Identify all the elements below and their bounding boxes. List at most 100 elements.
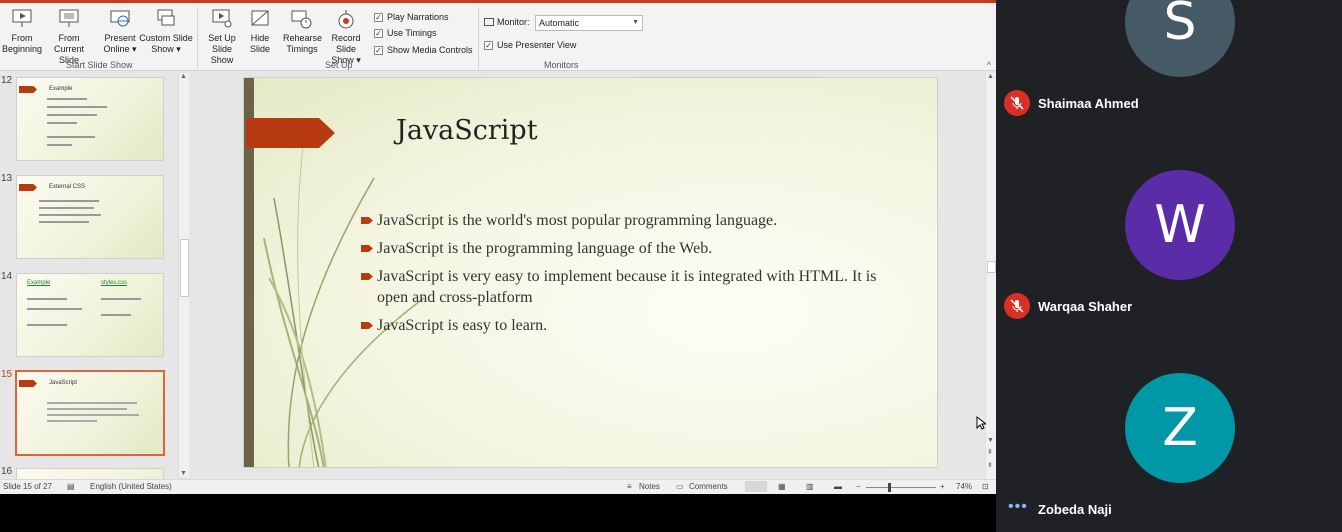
- slide-thumbnails-pane: 12 Example 13 External CSS 14 Example st…: [0, 71, 192, 479]
- bullet-item: JavaScript is easy to learn.: [361, 315, 881, 336]
- thumbnail-title: JavaScript: [49, 380, 78, 386]
- more-options-icon[interactable]: •••: [1008, 498, 1028, 516]
- thumbnail-text-line: [47, 414, 139, 416]
- from-current-slide-button[interactable]: From Current Slide: [44, 7, 94, 66]
- scroll-thumb[interactable]: [987, 261, 996, 273]
- use-presenter-view-checkbox[interactable]: ✓ Use Presenter View: [484, 40, 576, 50]
- participant-name: Zobeda Naji: [1038, 502, 1112, 517]
- thumbnail-number: 14: [1, 271, 13, 282]
- setup-show-icon: [210, 7, 234, 31]
- thumbnail-text-line: [47, 106, 107, 108]
- thumbnail-arrow: [19, 86, 37, 93]
- slide-thumbnail-15[interactable]: JavaScript: [15, 370, 165, 456]
- record-slide-show-button[interactable]: Record Slide Show ▾: [322, 7, 370, 66]
- thumbnail-text-line: [47, 402, 137, 404]
- monitor-select[interactable]: Automatic ▼: [535, 15, 643, 31]
- previous-slide-icon[interactable]: ⇞: [987, 448, 993, 456]
- chevron-down-icon: ▼: [632, 19, 639, 26]
- present-online-button[interactable]: Present Online ▾: [102, 7, 138, 55]
- thumbnail-text-line: [47, 122, 77, 124]
- use-timings-checkbox[interactable]: ✓ Use Timings: [374, 28, 437, 38]
- zoom-in-button[interactable]: +: [940, 482, 945, 491]
- thumbnail-scrollbar[interactable]: ▲ ▼: [178, 73, 189, 477]
- custom-show-label-1: Custom Slide: [139, 33, 193, 43]
- zoom-slider[interactable]: [866, 487, 936, 488]
- next-slide-icon[interactable]: ⇟: [987, 461, 993, 469]
- thumbnail-text-line: [27, 308, 82, 310]
- comments-icon[interactable]: ▭: [676, 482, 684, 491]
- globe-icon: [108, 7, 132, 31]
- rehearse-timings-button[interactable]: Rehearse Timings: [283, 7, 323, 55]
- checkmark-icon: ✓: [484, 40, 493, 50]
- thumbnail-subtitle: styles.css: [101, 280, 128, 286]
- custom-show-label-2: Show ▾: [151, 44, 181, 54]
- thumbnail-text-line: [27, 324, 67, 326]
- language-status[interactable]: English (United States): [90, 482, 172, 491]
- from-beginning-label-1: From: [11, 33, 33, 43]
- slide-thumbnail-14[interactable]: Example styles.css: [16, 273, 164, 357]
- thumbnail-text-line: [101, 314, 131, 316]
- notes-button[interactable]: Notes: [639, 482, 660, 491]
- slide-thumbnail-13[interactable]: External CSS: [16, 175, 164, 259]
- thumbnail-text-line: [47, 408, 127, 410]
- zoom-slider-thumb[interactable]: [888, 483, 891, 492]
- thumbnail-text-line: [47, 98, 87, 100]
- slide-title-arrow: [246, 118, 335, 148]
- rehearse-label-1: Rehearse: [283, 33, 323, 43]
- bullet-item: JavaScript is the programming language o…: [361, 238, 881, 259]
- checkmark-icon: ✓: [374, 45, 383, 55]
- slideshow-view-icon[interactable]: ▬: [834, 482, 842, 491]
- fit-to-window-icon[interactable]: ⊡: [982, 482, 989, 491]
- slide-scrollbar[interactable]: ▲ ▼ ⇞ ⇟: [985, 73, 996, 479]
- scroll-up-icon[interactable]: ▲: [180, 73, 187, 80]
- slide-sorter-icon[interactable]: ▦: [778, 482, 786, 491]
- slide-title: JavaScript: [396, 115, 538, 146]
- scroll-down-icon[interactable]: ▼: [987, 437, 994, 444]
- thumbnail-text-line: [39, 200, 99, 202]
- thumbnail-text-line: [39, 221, 89, 223]
- slide-thumbnail-12[interactable]: Example: [16, 77, 164, 161]
- play-narrations-checkbox[interactable]: ✓ Play Narrations: [374, 12, 449, 22]
- checkmark-icon: ✓: [374, 28, 383, 38]
- monitors-group-label: Monitors: [544, 60, 579, 70]
- thumbnail-text-line: [47, 136, 95, 138]
- zoom-out-button[interactable]: −: [856, 482, 861, 491]
- thumbnail-text-line: [39, 207, 94, 209]
- status-bar: Slide 15 of 27 ▤ English (United States)…: [0, 479, 996, 494]
- thumbnail-text-line: [47, 420, 97, 422]
- scroll-up-icon[interactable]: ▲: [987, 73, 994, 80]
- hide-slide-button[interactable]: Hide Slide: [246, 7, 274, 55]
- slide-thumbnail-16[interactable]: [16, 468, 164, 479]
- slideshow-start-icon: [10, 7, 34, 31]
- present-online-label-1: Present: [104, 33, 136, 43]
- hide-slide-label-2: Slide: [249, 44, 270, 54]
- zoom-level[interactable]: 74%: [956, 482, 972, 491]
- group-separator: [197, 7, 198, 69]
- scroll-down-icon[interactable]: ▼: [180, 470, 187, 477]
- notes-icon[interactable]: ≡: [627, 482, 632, 491]
- normal-view-icon[interactable]: [745, 481, 767, 492]
- scroll-thumb[interactable]: [180, 239, 189, 297]
- slide-bullet-list: JavaScript is the world's most popular p…: [361, 210, 881, 343]
- avatar: Z: [1125, 373, 1235, 483]
- spell-check-icon[interactable]: ▤: [67, 482, 75, 491]
- collapse-ribbon-icon[interactable]: ^: [987, 60, 991, 70]
- show-media-controls-checkbox[interactable]: ✓ Show Media Controls: [374, 45, 473, 55]
- reading-view-icon[interactable]: ▥: [806, 482, 814, 491]
- custom-show-icon: [154, 7, 178, 31]
- thumbnail-title: Example: [27, 280, 51, 286]
- custom-slide-show-button[interactable]: Custom Slide Show ▾: [139, 7, 193, 55]
- set-up-slide-show-button[interactable]: Set Up Slide Show: [200, 7, 244, 66]
- from-beginning-button[interactable]: From Beginning: [2, 7, 42, 55]
- thumbnail-number: 16: [1, 466, 13, 477]
- thumbnail-text-line: [47, 144, 72, 146]
- monitor-select-value: Automatic: [539, 18, 580, 28]
- participant-name: Shaimaa Ahmed: [1038, 96, 1139, 111]
- set-up-group-label: Set Up: [325, 60, 353, 70]
- mic-off-icon: [1004, 90, 1030, 116]
- comments-button[interactable]: Comments: [689, 482, 728, 491]
- thumbnail-title: Example: [49, 86, 73, 92]
- slide-canvas[interactable]: JavaScript JavaScript is the world's mos…: [243, 77, 938, 468]
- avatar: S: [1125, 0, 1235, 77]
- play-narrations-label: Play Narrations: [387, 12, 449, 22]
